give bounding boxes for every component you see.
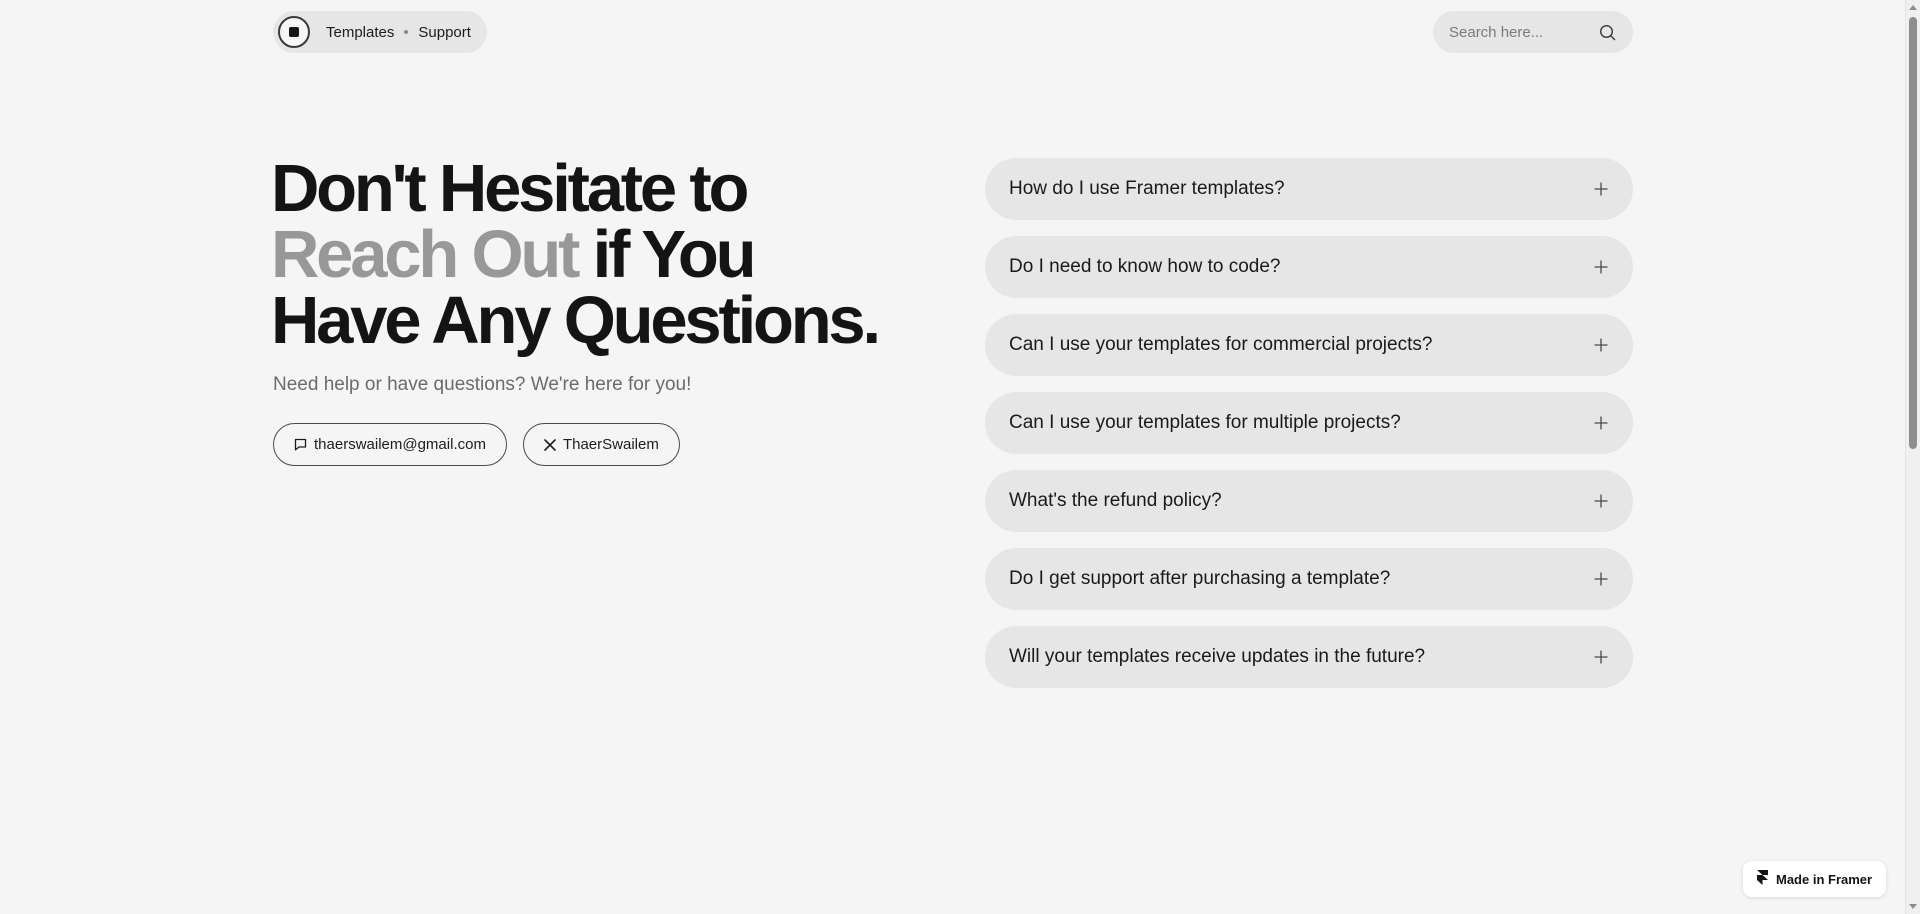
plus-icon[interactable] (1593, 493, 1609, 509)
plus-icon[interactable] (1593, 571, 1609, 587)
faq-question: What's the refund policy? (1009, 490, 1222, 511)
nav-link-support[interactable]: Support (418, 24, 471, 41)
faq-question: Do I need to know how to code? (1009, 256, 1281, 277)
plus-icon[interactable] (1593, 181, 1609, 197)
made-in-framer-label: Made in Framer (1776, 871, 1873, 887)
hero-title: Don't Hesitate to Reach Out if You Have … (271, 151, 881, 358)
hero-title-line-3: Have Any Questions. (271, 283, 881, 358)
faq-item[interactable]: Do I get support after purchasing a temp… (985, 548, 1633, 610)
plus-icon[interactable] (1593, 415, 1609, 431)
page: Templates Support Don't Hesitate to Reac… (0, 0, 1920, 914)
scrollbar-thumb[interactable] (1909, 17, 1917, 449)
plus-icon[interactable] (1593, 649, 1609, 665)
search-icon[interactable] (1597, 22, 1617, 42)
plus-icon[interactable] (1593, 259, 1609, 275)
x-logo-icon (544, 438, 556, 451)
faq-item[interactable]: How do I use Framer templates? (985, 158, 1633, 220)
search-box[interactable] (1433, 11, 1633, 53)
faq-item[interactable]: Do I need to know how to code? (985, 236, 1633, 298)
hero-title-highlight: Reach Out (271, 217, 580, 292)
email-label: thaerswailem@gmail.com (314, 436, 486, 453)
faq-question: Do I get support after purchasing a temp… (1009, 568, 1391, 589)
email-button[interactable]: thaerswailem@gmail.com (273, 423, 507, 466)
faq-question: Can I use your templates for multiple pr… (1009, 412, 1401, 433)
faq-question: Will your templates receive updates in t… (1009, 646, 1426, 667)
search-input[interactable] (1449, 23, 1597, 41)
nav-separator-dot (404, 30, 409, 34)
x-profile-button[interactable]: ThaerSwailem (522, 423, 680, 466)
top-nav: Templates Support (273, 11, 487, 53)
x-profile-label: ThaerSwailem (562, 436, 659, 453)
nav-link-templates[interactable]: Templates (326, 24, 394, 41)
faq-item[interactable]: Can I use your templates for multiple pr… (985, 392, 1633, 454)
hero-title-line-1: Don't Hesitate to (271, 151, 749, 226)
faq-item[interactable]: Will your templates receive updates in t… (985, 626, 1633, 688)
scroll-up-arrow-icon[interactable] (1909, 5, 1917, 10)
hero-title-line-2: Reach Out if You (271, 221, 871, 288)
faq-item[interactable]: What's the refund policy? (985, 470, 1633, 532)
hero-title-line-2-rest: if You (577, 217, 757, 292)
logo-button[interactable] (278, 16, 310, 48)
message-icon (294, 438, 307, 451)
faq-question: How do I use Framer templates? (1009, 178, 1285, 199)
plus-icon[interactable] (1593, 337, 1609, 353)
vertical-scrollbar[interactable] (1905, 0, 1920, 914)
made-in-framer-badge[interactable]: Made in Framer (1743, 861, 1887, 897)
square-logo-icon (289, 27, 299, 37)
faq-item[interactable]: Can I use your templates for commercial … (985, 314, 1633, 376)
faq-list: How do I use Framer templates? Do I need… (985, 158, 1633, 688)
hero-subtitle: Need help or have questions? We're here … (273, 374, 692, 395)
framer-logo-icon (1757, 870, 1768, 888)
faq-question: Can I use your templates for commercial … (1009, 334, 1433, 355)
scroll-down-arrow-icon[interactable] (1909, 904, 1917, 909)
contact-buttons: thaerswailem@gmail.com ThaerSwailem (273, 423, 680, 466)
